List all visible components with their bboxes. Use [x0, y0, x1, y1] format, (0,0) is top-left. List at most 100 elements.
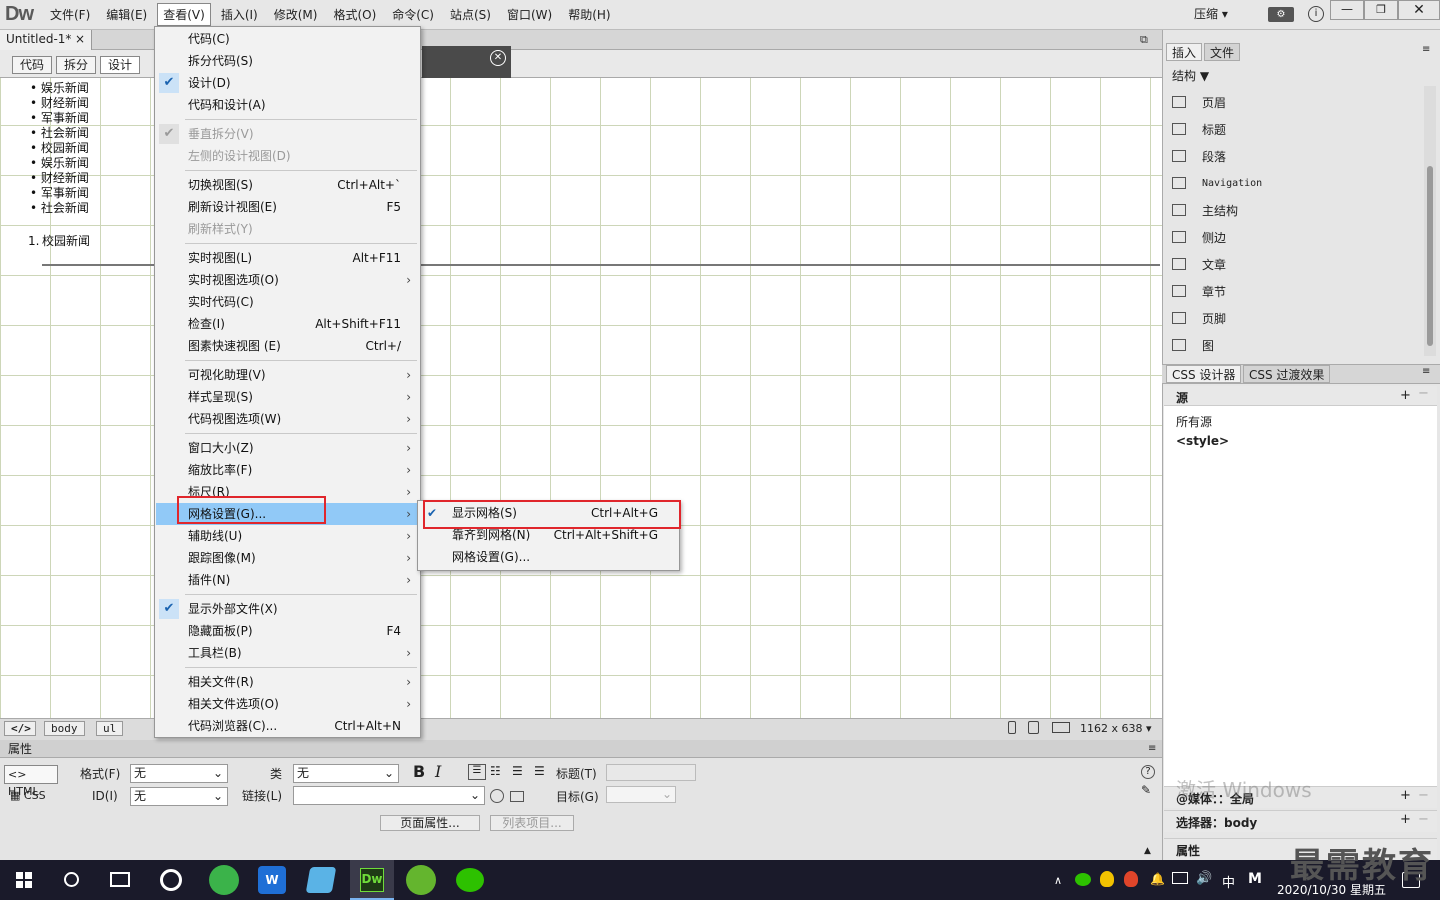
- design-view-button[interactable]: 设计: [100, 56, 140, 74]
- view-menu-item[interactable]: 代码浏览器(C)... Ctrl+Alt+N: [156, 715, 419, 737]
- search-icon[interactable]: [64, 872, 79, 887]
- view-menu-item[interactable]: 刷新设计视图(E) F5: [156, 196, 419, 218]
- view-menu-item[interactable]: 实时视图(L) Alt+F11: [156, 247, 419, 269]
- close-tab-icon[interactable]: ×: [75, 32, 85, 48]
- ordered-list-icon[interactable]: ☷: [490, 764, 501, 778]
- news-list-item[interactable]: • 财经新闻: [30, 171, 89, 186]
- menu-help[interactable]: 帮助(H): [562, 3, 616, 26]
- view-menu-item[interactable]: 插件(N) ›: [156, 569, 419, 591]
- insert-item[interactable]: 文章: [1172, 252, 1422, 276]
- view-menu-item[interactable]: 左侧的设计视图(D): [156, 145, 419, 167]
- restore-button[interactable]: ❐: [1364, 0, 1398, 20]
- task-view-icon[interactable]: [110, 872, 130, 887]
- menu-commands[interactable]: 命令(C): [386, 3, 440, 26]
- network-icon[interactable]: [1172, 872, 1188, 884]
- view-menu-item[interactable]: 相关文件选项(O) ›: [156, 693, 419, 715]
- writer-icon[interactable]: W: [258, 866, 286, 894]
- source-style[interactable]: <style>: [1176, 434, 1229, 448]
- news-list-item[interactable]: • 财经新闻: [30, 96, 89, 111]
- tab-css-transitions[interactable]: CSS 过渡效果: [1243, 365, 1331, 383]
- bold-button[interactable]: B: [413, 762, 425, 781]
- scrollbar-thumb[interactable]: [1427, 166, 1433, 346]
- format-select[interactable]: 无 ⌄: [130, 764, 228, 783]
- notepad-icon[interactable]: [305, 867, 337, 893]
- wechat-tray-icon[interactable]: [1075, 873, 1091, 886]
- view-menu-item[interactable]: 工具栏(B) ›: [156, 642, 419, 664]
- wechat-icon[interactable]: [456, 868, 484, 892]
- class-select[interactable]: 无 ⌄: [293, 764, 399, 783]
- info-icon[interactable]: i: [1308, 6, 1324, 22]
- insert-item[interactable]: 主结构: [1172, 198, 1422, 222]
- target-select[interactable]: ⌄: [606, 786, 676, 803]
- notification-bell-icon[interactable]: 🔔: [1150, 872, 1165, 886]
- tab-css-designer[interactable]: CSS 设计器: [1166, 365, 1242, 383]
- point-to-file-icon[interactable]: [490, 789, 504, 803]
- panel-menu-icon[interactable]: ≡: [1148, 743, 1156, 754]
- insert-item[interactable]: 页眉: [1172, 90, 1422, 114]
- qq-tray-icon[interactable]: [1100, 871, 1114, 887]
- tablet-size-icon[interactable]: [1028, 721, 1039, 734]
- insert-item[interactable]: 侧边: [1172, 225, 1422, 249]
- html-mode-button[interactable]: <> HTML: [4, 765, 58, 798]
- document-tab[interactable]: Untitled-1* ×: [0, 30, 92, 50]
- add-selector-icon[interactable]: +: [1400, 812, 1411, 827]
- view-menu-item[interactable]: 实时代码(C): [156, 291, 419, 313]
- list-item-button[interactable]: 列表项目...: [490, 815, 574, 831]
- view-menu-item[interactable]: 辅助线(U) ›: [156, 525, 419, 547]
- title-input[interactable]: [606, 764, 696, 781]
- split-view-button[interactable]: 拆分: [56, 56, 96, 74]
- menu-window[interactable]: 窗口(W): [501, 3, 558, 26]
- code-view-button[interactable]: 代码: [12, 56, 52, 74]
- taskbar-active-dw[interactable]: Dw: [350, 860, 394, 900]
- add-source-icon[interactable]: +: [1400, 388, 1411, 403]
- view-menu-item[interactable]: 刷新样式(Y): [156, 218, 419, 240]
- qq-tray-icon-2[interactable]: [1124, 871, 1138, 887]
- news-list-item[interactable]: • 校园新闻: [30, 141, 89, 156]
- view-menu-item[interactable]: 缩放比率(F) ›: [156, 459, 419, 481]
- remove-media-icon[interactable]: −: [1418, 788, 1429, 803]
- news-list-item[interactable]: • 社会新闻: [30, 126, 89, 141]
- insert-scrollbar[interactable]: [1424, 86, 1436, 356]
- insert-item[interactable]: 页脚: [1172, 306, 1422, 330]
- tab-files[interactable]: 文件: [1204, 43, 1241, 61]
- insert-item[interactable]: 标题: [1172, 117, 1422, 141]
- close-tooltip-icon[interactable]: ✕: [490, 50, 506, 66]
- ime-mode-icon[interactable]: M: [1248, 871, 1262, 887]
- mobile-size-icon[interactable]: [1008, 721, 1016, 734]
- tab-insert[interactable]: 插入: [1166, 43, 1203, 61]
- view-menu-item[interactable]: 图素快速视图 (E) Ctrl+/: [156, 335, 419, 357]
- menu-modify[interactable]: 修改(M): [268, 3, 324, 26]
- quick-edit-icon[interactable]: ✎: [1141, 783, 1151, 797]
- desktop-size-icon[interactable]: [1052, 722, 1070, 733]
- menu-site[interactable]: 站点(S): [444, 3, 497, 26]
- view-menu-item[interactable]: ✔ 垂直拆分(V): [156, 123, 419, 145]
- menu-edit[interactable]: 编辑(E): [100, 3, 153, 26]
- view-menu-item[interactable]: 代码(C): [156, 28, 419, 50]
- view-menu-item[interactable]: 跟踪图像(M) ›: [156, 547, 419, 569]
- page-properties-button[interactable]: 页面属性...: [380, 815, 480, 831]
- indent-icon[interactable]: ☰: [534, 764, 545, 778]
- close-window-button[interactable]: ✕: [1398, 0, 1440, 20]
- tag-body[interactable]: body: [44, 721, 85, 736]
- unordered-list-icon[interactable]: ☰: [468, 764, 486, 780]
- tag-ul[interactable]: ul: [96, 721, 124, 736]
- minimize-button[interactable]: —: [1330, 0, 1364, 20]
- maximize-doc-icon[interactable]: ⧉: [1140, 33, 1148, 47]
- sync-settings-icon[interactable]: ⚙: [1268, 7, 1294, 22]
- menu-format[interactable]: 格式(O): [327, 3, 382, 26]
- source-all[interactable]: 所有源: [1176, 413, 1212, 430]
- app-icon-1[interactable]: [160, 869, 182, 891]
- news-list-item[interactable]: • 社会新闻: [30, 201, 89, 216]
- chevron-up-icon[interactable]: ∧: [1054, 874, 1062, 887]
- id-select[interactable]: 无 ⌄: [130, 787, 228, 806]
- remove-source-icon[interactable]: −: [1418, 386, 1429, 401]
- view-menu-item[interactable]: 隐藏面板(P) F4: [156, 620, 419, 642]
- view-menu-item[interactable]: 实时视图选项(O) ›: [156, 269, 419, 291]
- italic-button[interactable]: I: [435, 762, 441, 781]
- melon-icon[interactable]: [406, 865, 436, 895]
- volume-icon[interactable]: 🔊: [1196, 871, 1212, 886]
- view-menu-item[interactable]: 相关文件(R) ›: [156, 671, 419, 693]
- news-list-item[interactable]: • 娱乐新闻: [30, 156, 89, 171]
- insert-item[interactable]: 图: [1172, 333, 1422, 357]
- view-menu-item[interactable]: 拆分代码(S): [156, 50, 419, 72]
